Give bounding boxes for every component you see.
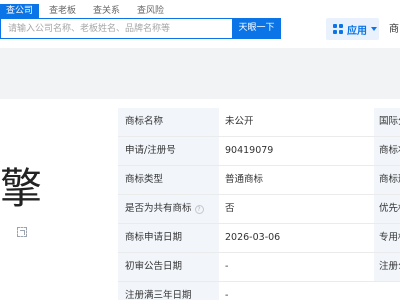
field-label: 是否为共有商标? xyxy=(118,195,219,223)
side-field-label: 优先权 xyxy=(374,195,400,223)
field-label: 注册满三年日期 xyxy=(118,282,219,300)
field-value: 未公开 xyxy=(225,116,254,127)
side-field-label: 专用权 xyxy=(374,224,400,252)
field-value: 普通商标 xyxy=(225,174,264,185)
trademark-image[interactable]: 擎 xyxy=(0,168,42,210)
top-header: 查公司 查老板 查关系 查风险 天眼一下 应用 商 xyxy=(0,0,400,48)
side-field-label: 商标形 xyxy=(374,166,400,194)
table-row: 商标名称 未公开 国际分 xyxy=(118,108,400,137)
apps-grid-icon xyxy=(333,24,343,34)
side-field-label: 商标状 xyxy=(374,137,400,165)
field-value: - xyxy=(225,290,229,300)
side-field-label: 注册公 xyxy=(374,253,400,281)
trademark-info-table: 商标名称 未公开 国际分 申请/注册号 90419079 商标状 商标类型 普通… xyxy=(118,108,400,300)
field-label: 初审公告日期 xyxy=(118,253,219,281)
side-field-label: 国际分 xyxy=(374,108,400,136)
table-row: 商标申请日期 2026-03-06 专用权 xyxy=(118,224,400,253)
table-row: 初审公告日期 - 注册公 xyxy=(118,253,400,282)
search-type-tabs: 查公司 查老板 查关系 查风险 xyxy=(0,4,174,18)
search-input[interactable] xyxy=(1,19,232,38)
tab-boss[interactable]: 查老板 xyxy=(42,4,83,18)
field-value: 90419079 xyxy=(225,145,274,156)
header-more-link[interactable]: 商 xyxy=(389,20,399,35)
field-value: 否 xyxy=(225,203,235,214)
table-row: 注册满三年日期 - xyxy=(118,282,400,300)
table-row: 商标类型 普通商标 商标形 xyxy=(118,166,400,195)
field-value: - xyxy=(225,261,229,272)
tab-company[interactable]: 查公司 xyxy=(0,4,40,18)
chevron-down-icon xyxy=(371,27,377,31)
field-label-text: 是否为共有商标 xyxy=(125,203,192,214)
help-icon[interactable]: ? xyxy=(194,205,204,214)
field-value: 2026-03-06 xyxy=(225,232,281,243)
search-box xyxy=(0,18,232,39)
tab-relation[interactable]: 查关系 xyxy=(86,4,127,18)
tab-risk[interactable]: 查风险 xyxy=(130,4,171,18)
table-row: 是否为共有商标? 否 优先权 xyxy=(118,195,400,224)
apps-menu-button[interactable]: 应用 xyxy=(326,18,379,40)
table-row: 申请/注册号 90419079 商标状 xyxy=(118,137,400,166)
search-button[interactable]: 天眼一下 xyxy=(232,18,281,39)
field-label: 商标类型 xyxy=(118,166,219,194)
zoom-icon[interactable] xyxy=(17,227,27,237)
apps-label: 应用 xyxy=(347,25,367,37)
field-label: 申请/注册号 xyxy=(118,137,219,165)
field-label: 商标名称 xyxy=(118,108,219,136)
field-label: 商标申请日期 xyxy=(118,224,219,252)
